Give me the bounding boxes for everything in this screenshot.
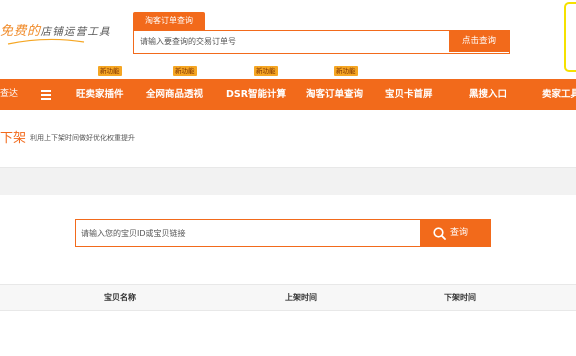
main-nav: 查达 旺卖家插件 全网商品透视 DSR智能计算 淘客订单查询 宝贝卡首屏 黑搜入… bbox=[0, 79, 576, 110]
logo-swoosh bbox=[7, 38, 85, 45]
nav-item-order-query[interactable]: 淘客订单查询 bbox=[306, 79, 363, 110]
page-title: 下架 bbox=[0, 131, 27, 146]
nav-item-first[interactable]: 查达 bbox=[0, 79, 18, 110]
new-feature-badge: 新功能 bbox=[98, 66, 122, 76]
new-feature-badge: 新功能 bbox=[254, 66, 278, 76]
item-query-button-label: 查询 bbox=[450, 228, 469, 238]
new-feature-badge: 新功能 bbox=[173, 66, 197, 76]
nav-item-black-search[interactable]: 黑搜入口 bbox=[469, 79, 507, 110]
search-icon bbox=[433, 227, 446, 240]
search-tab-order-query[interactable]: 淘客订单查询 bbox=[133, 12, 205, 30]
order-search-button[interactable]: 点击查询 bbox=[449, 31, 509, 52]
side-widget[interactable] bbox=[564, 2, 576, 72]
item-query-box: 查询 bbox=[75, 219, 491, 247]
logo-text-sub: 店铺运营工具 bbox=[40, 26, 111, 38]
column-header-item-name: 宝贝名称 bbox=[104, 293, 136, 302]
column-header-list-time: 上架时间 bbox=[285, 293, 317, 302]
results-table-header: 宝贝名称 上架时间 下架时间 bbox=[0, 284, 576, 311]
nav-item-product-insight[interactable]: 全网商品透视 bbox=[146, 79, 203, 110]
list-icon[interactable] bbox=[41, 90, 51, 100]
toolbar-band bbox=[0, 167, 576, 195]
order-search-input[interactable] bbox=[134, 31, 448, 52]
logo-text-main: 免费的 bbox=[0, 24, 41, 39]
nav-item-dsr[interactable]: DSR智能计算 bbox=[226, 79, 286, 110]
item-query-button[interactable]: 查询 bbox=[420, 220, 490, 246]
nav-item-item-card[interactable]: 宝贝卡首屏 bbox=[385, 79, 433, 110]
nav-item-wangmaijia[interactable]: 旺卖家插件 bbox=[76, 79, 124, 110]
column-header-delist-time: 下架时间 bbox=[444, 293, 476, 302]
new-feature-badge: 新功能 bbox=[334, 66, 358, 76]
item-id-input[interactable] bbox=[76, 220, 420, 246]
page-description: 利用上下架时间做好优化权重提升 bbox=[30, 134, 135, 142]
nav-item-seller-tools[interactable]: 卖家工具 bbox=[542, 79, 576, 110]
order-search-box: 点击查询 bbox=[133, 30, 510, 54]
